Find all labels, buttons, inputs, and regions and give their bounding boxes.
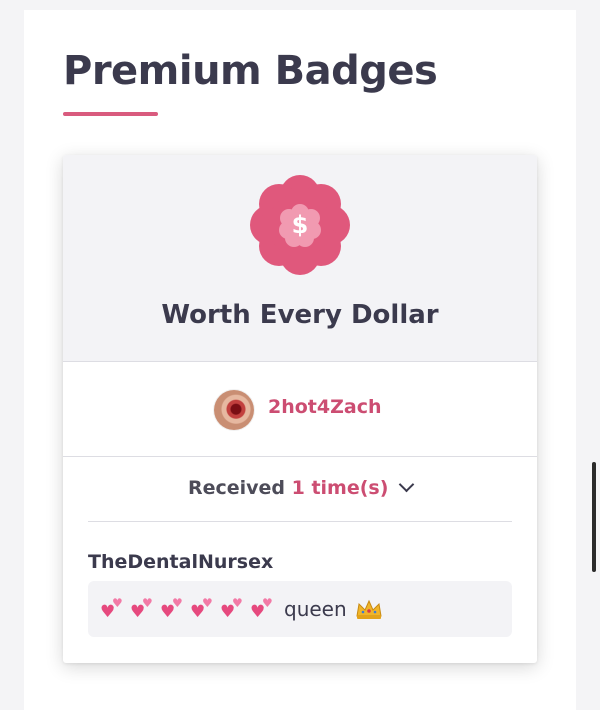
sender-row[interactable]: 2hot4Zach bbox=[63, 362, 537, 457]
dollar-flower-badge-icon: $ bbox=[250, 175, 350, 275]
gift-message-text: queen bbox=[284, 597, 347, 621]
badge-header: $ Worth Every Dollar bbox=[63, 155, 537, 362]
two-hearts-icon: ♥ ♥ bbox=[130, 596, 153, 622]
received-label: Received bbox=[187, 477, 285, 499]
two-hearts-icon: ♥ ♥ bbox=[100, 596, 123, 622]
two-hearts-emoji-group: ♥ ♥ ♥ ♥ ♥ ♥ ♥ ♥ ♥ ♥ ♥ ♥ bbox=[100, 596, 276, 622]
sender-username-link[interactable]: 2hot4Zach bbox=[268, 396, 382, 418]
avatar[interactable] bbox=[214, 390, 254, 430]
two-hearts-icon: ♥ ♥ bbox=[250, 596, 273, 622]
gifter-username[interactable]: TheDentalNursex bbox=[88, 551, 273, 573]
crown-icon bbox=[356, 599, 382, 619]
two-hearts-icon: ♥ ♥ bbox=[160, 596, 183, 622]
chevron-down-icon[interactable] bbox=[398, 476, 415, 493]
page-title: Premium Badges bbox=[63, 48, 438, 94]
gift-message: ♥ ♥ ♥ ♥ ♥ ♥ ♥ ♥ ♥ ♥ ♥ ♥ queen bbox=[88, 581, 512, 637]
divider bbox=[88, 521, 512, 522]
two-hearts-icon: ♥ ♥ bbox=[190, 596, 213, 622]
received-count: 1 time(s) bbox=[291, 477, 389, 499]
two-hearts-icon: ♥ ♥ bbox=[220, 596, 243, 622]
scrollbar[interactable] bbox=[592, 462, 596, 572]
badge-name: Worth Every Dollar bbox=[161, 300, 439, 330]
dollar-symbol: $ bbox=[292, 211, 309, 239]
badge-card: $ Worth Every Dollar 2hot4Zach Received … bbox=[63, 155, 537, 663]
title-underline bbox=[63, 112, 158, 116]
received-toggle[interactable]: Received 1 time(s) bbox=[63, 476, 537, 499]
